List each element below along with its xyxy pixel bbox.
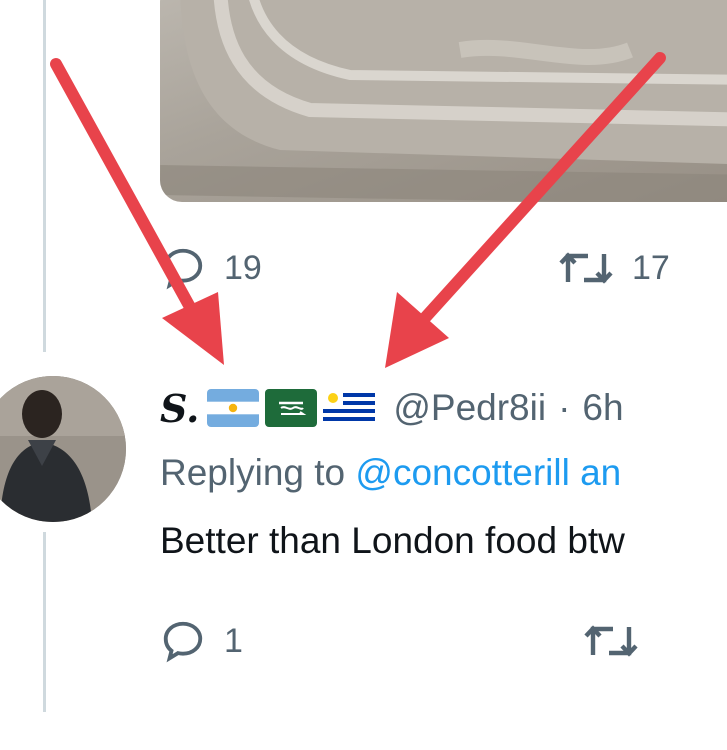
reply-count: 1 xyxy=(224,621,243,660)
reply-icon xyxy=(163,621,203,663)
retweet-button[interactable]: 17 xyxy=(558,245,670,291)
thread-line xyxy=(43,532,46,712)
timestamp[interactable]: 6h xyxy=(582,387,623,429)
avatar[interactable] xyxy=(0,376,126,522)
replying-to-line: Replying to @concotterill an xyxy=(160,452,621,494)
reply-button[interactable]: 1 xyxy=(160,618,243,664)
reply-button[interactable]: 19 xyxy=(160,245,262,291)
food-container-image xyxy=(160,0,727,202)
retweet-icon xyxy=(559,252,613,284)
tweet-header: S. @Pedr8ii · 6h xyxy=(160,382,624,434)
flag-uruguay-icon xyxy=(323,389,376,427)
retweet-button[interactable] xyxy=(583,618,639,664)
display-name[interactable]: S. xyxy=(160,386,199,431)
thread-line xyxy=(43,0,46,352)
reply-count: 19 xyxy=(224,248,262,287)
separator: · xyxy=(558,387,571,428)
avatar-photo xyxy=(0,376,126,522)
flag-argentina-icon xyxy=(207,389,260,427)
reply-icon xyxy=(163,248,203,290)
flag-saudi-arabia-icon xyxy=(265,389,318,427)
tweet-text: Better than London food btw xyxy=(160,520,625,561)
user-handle[interactable]: @Pedr8ii xyxy=(393,387,546,429)
replying-to-label: Replying to xyxy=(160,452,356,493)
retweet-count: 17 xyxy=(632,248,670,287)
retweet-icon xyxy=(584,625,638,657)
tweet-media-image[interactable] xyxy=(160,0,727,202)
mention-link[interactable]: @concotterill an xyxy=(355,452,621,493)
